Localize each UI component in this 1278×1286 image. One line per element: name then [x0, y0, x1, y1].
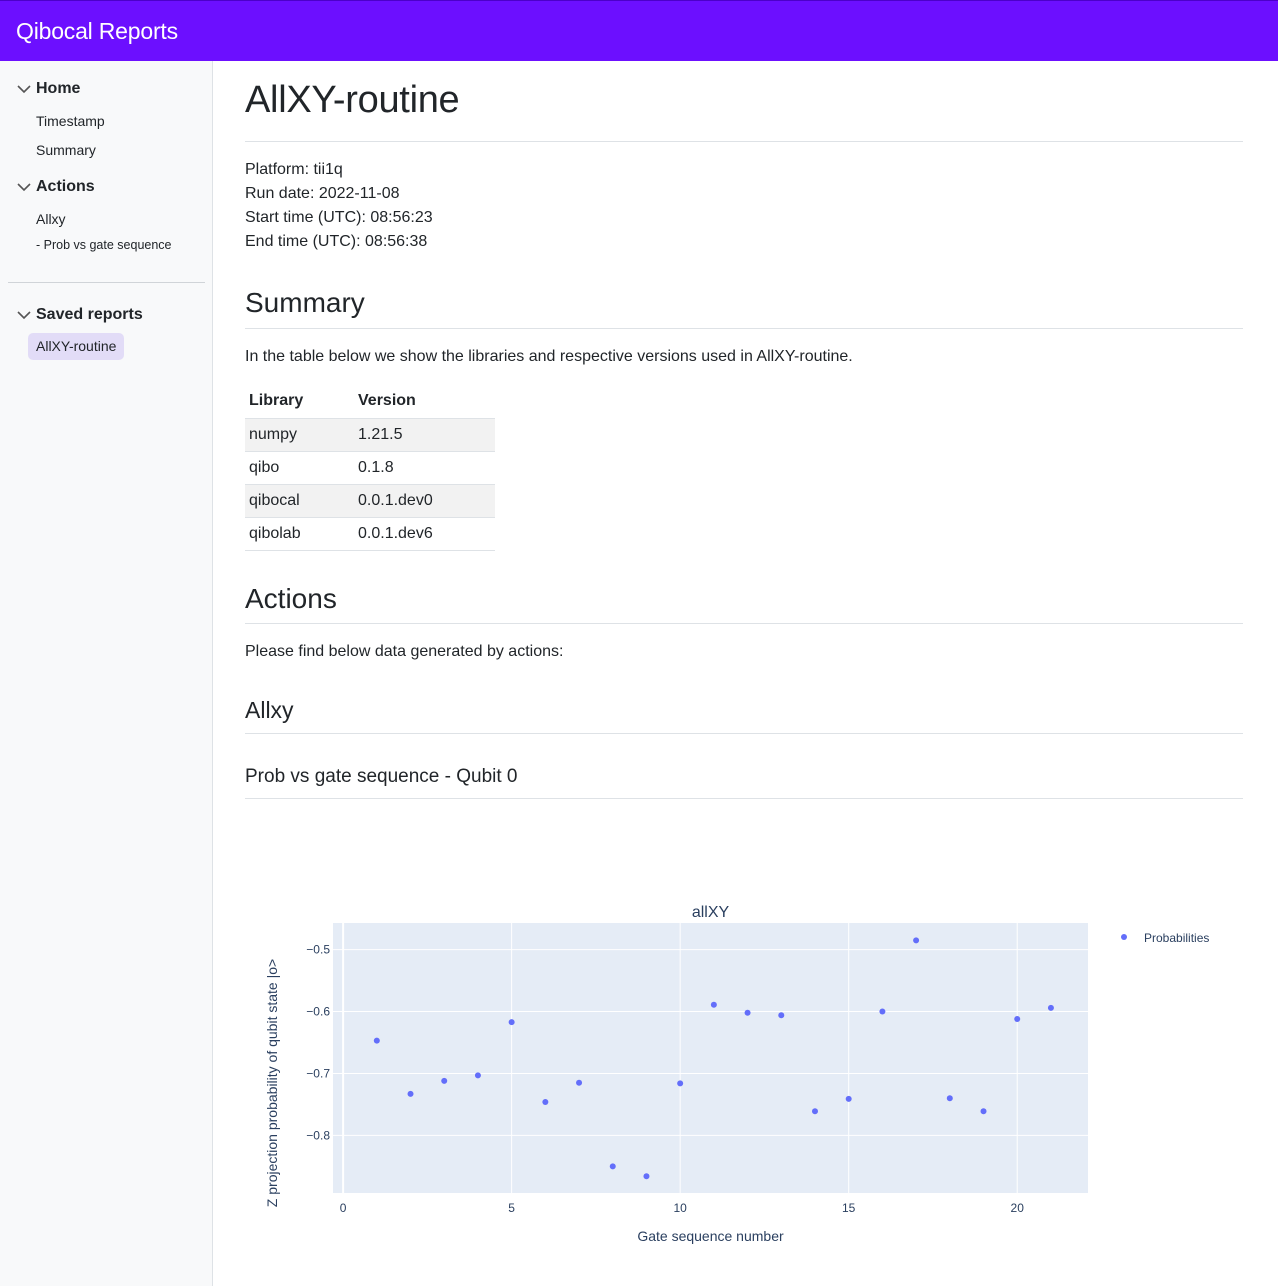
- y-tick-label: −0.8: [306, 1128, 330, 1142]
- y-axis-label: Z projection probability of qubit state …: [264, 959, 280, 1207]
- table-row: qibocal 0.0.1.dev0: [245, 484, 495, 518]
- meta-end-time: End time (UTC): 08:56:38: [245, 233, 428, 250]
- data-point[interactable]: [474, 1072, 481, 1079]
- table-row: qibo 0.1.8: [245, 451, 495, 485]
- summary-text: In the table below we show the libraries…: [245, 348, 853, 365]
- data-point[interactable]: [373, 1037, 380, 1044]
- data-point[interactable]: [980, 1108, 987, 1115]
- meta-platform: Platform: tii1q: [245, 161, 343, 178]
- data-point[interactable]: [677, 1080, 684, 1087]
- chart-title: allXY: [692, 904, 730, 921]
- column-header-library: Library: [245, 385, 354, 419]
- divider: [245, 328, 1243, 329]
- table-cell: numpy: [245, 418, 354, 452]
- plot-heading: Prob vs gate sequence - Qubit 0: [245, 766, 518, 787]
- data-point[interactable]: [1047, 1004, 1054, 1011]
- legend-label: Probabilities: [1144, 931, 1209, 945]
- divider: [245, 623, 1243, 624]
- data-point[interactable]: [441, 1077, 448, 1084]
- sidebar-item-prob-vs-gate-sequence[interactable]: - Prob vs gate sequence: [36, 238, 172, 252]
- page-title: AllXY-routine: [245, 79, 460, 121]
- y-tick-label: −0.5: [306, 943, 330, 957]
- data-point[interactable]: [913, 937, 920, 944]
- chevron-down-icon: [17, 183, 31, 192]
- sidebar-group-label: Actions: [36, 178, 95, 195]
- table-cell: qibocal: [245, 484, 354, 518]
- plot-area[interactable]: [333, 923, 1088, 1193]
- x-tick-label: 0: [340, 1201, 347, 1215]
- sidebar: Home Timestamp Summary Actions Allxy - P…: [0, 61, 213, 1286]
- data-point[interactable]: [609, 1163, 616, 1170]
- allxy-scatter-chart[interactable]: 0 5 10 15 20 −0.5 −0.6 −0.7 −0.8 allXY Gate sequ…: [245, 890, 1245, 1250]
- summary-heading: Summary: [245, 287, 365, 318]
- data-point[interactable]: [845, 1095, 852, 1102]
- data-point[interactable]: [407, 1090, 414, 1097]
- data-point[interactable]: [643, 1173, 650, 1180]
- legend-marker: [1121, 934, 1127, 940]
- legend[interactable]: Probabilities: [1121, 931, 1209, 945]
- data-point[interactable]: [946, 1095, 953, 1102]
- data-point[interactable]: [1014, 1015, 1021, 1022]
- app-title[interactable]: Qibocal Reports: [16, 18, 178, 45]
- table-row: numpy 1.21.5: [245, 418, 495, 452]
- chevron-down-icon: [17, 85, 31, 94]
- chevron-down-icon: [17, 311, 31, 320]
- data-point[interactable]: [542, 1098, 549, 1105]
- y-tick-label: −0.7: [306, 1066, 330, 1080]
- table-header-row: Library Version: [245, 385, 495, 419]
- x-tick-label: 5: [508, 1201, 515, 1215]
- table-cell: qibolab: [245, 517, 354, 551]
- allxy-heading: Allxy: [245, 697, 294, 723]
- x-tick-label: 10: [673, 1201, 687, 1215]
- top-navbar: Qibocal Reports: [0, 0, 1278, 61]
- divider: [245, 141, 1243, 142]
- sidebar-item-summary[interactable]: Summary: [36, 142, 96, 158]
- sidebar-group-label: Saved reports: [36, 306, 143, 323]
- sidebar-item-allxy[interactable]: Allxy: [36, 211, 66, 227]
- actions-text: Please find below data generated by acti…: [245, 643, 564, 660]
- data-point[interactable]: [744, 1009, 751, 1016]
- data-point[interactable]: [508, 1019, 515, 1026]
- table-cell: qibo: [245, 451, 354, 485]
- data-point[interactable]: [778, 1012, 785, 1019]
- library-versions-table: Library Version numpy 1.21.5 qibo 0.1.8 …: [245, 385, 495, 551]
- x-axis-label: Gate sequence number: [637, 1228, 784, 1244]
- data-point[interactable]: [710, 1001, 717, 1008]
- x-tick-label: 20: [1011, 1201, 1025, 1215]
- divider: [245, 733, 1243, 734]
- sidebar-divider: [8, 282, 205, 283]
- actions-heading: Actions: [245, 583, 337, 614]
- x-tick-label: 15: [842, 1201, 856, 1215]
- divider: [245, 798, 1243, 799]
- sidebar-group-label: Home: [36, 80, 81, 97]
- column-header-version: Version: [354, 385, 495, 419]
- table-row: qibolab 0.0.1.dev6: [245, 517, 495, 551]
- data-point[interactable]: [879, 1008, 886, 1015]
- y-tick-label: −0.6: [306, 1005, 330, 1019]
- sidebar-item-timestamp[interactable]: Timestamp: [36, 113, 105, 129]
- meta-start-time: Start time (UTC): 08:56:23: [245, 209, 433, 226]
- table-cell: 0.0.1.dev6: [354, 517, 495, 551]
- table-cell: 0.1.8: [354, 451, 495, 485]
- table-cell: 0.0.1.dev0: [354, 484, 495, 518]
- table-cell: 1.21.5: [354, 418, 495, 452]
- meta-run-date: Run date: 2022-11-08: [245, 185, 400, 202]
- data-point[interactable]: [576, 1079, 583, 1086]
- sidebar-item-allxy-routine[interactable]: AllXY-routine: [28, 333, 125, 360]
- data-point[interactable]: [811, 1108, 818, 1115]
